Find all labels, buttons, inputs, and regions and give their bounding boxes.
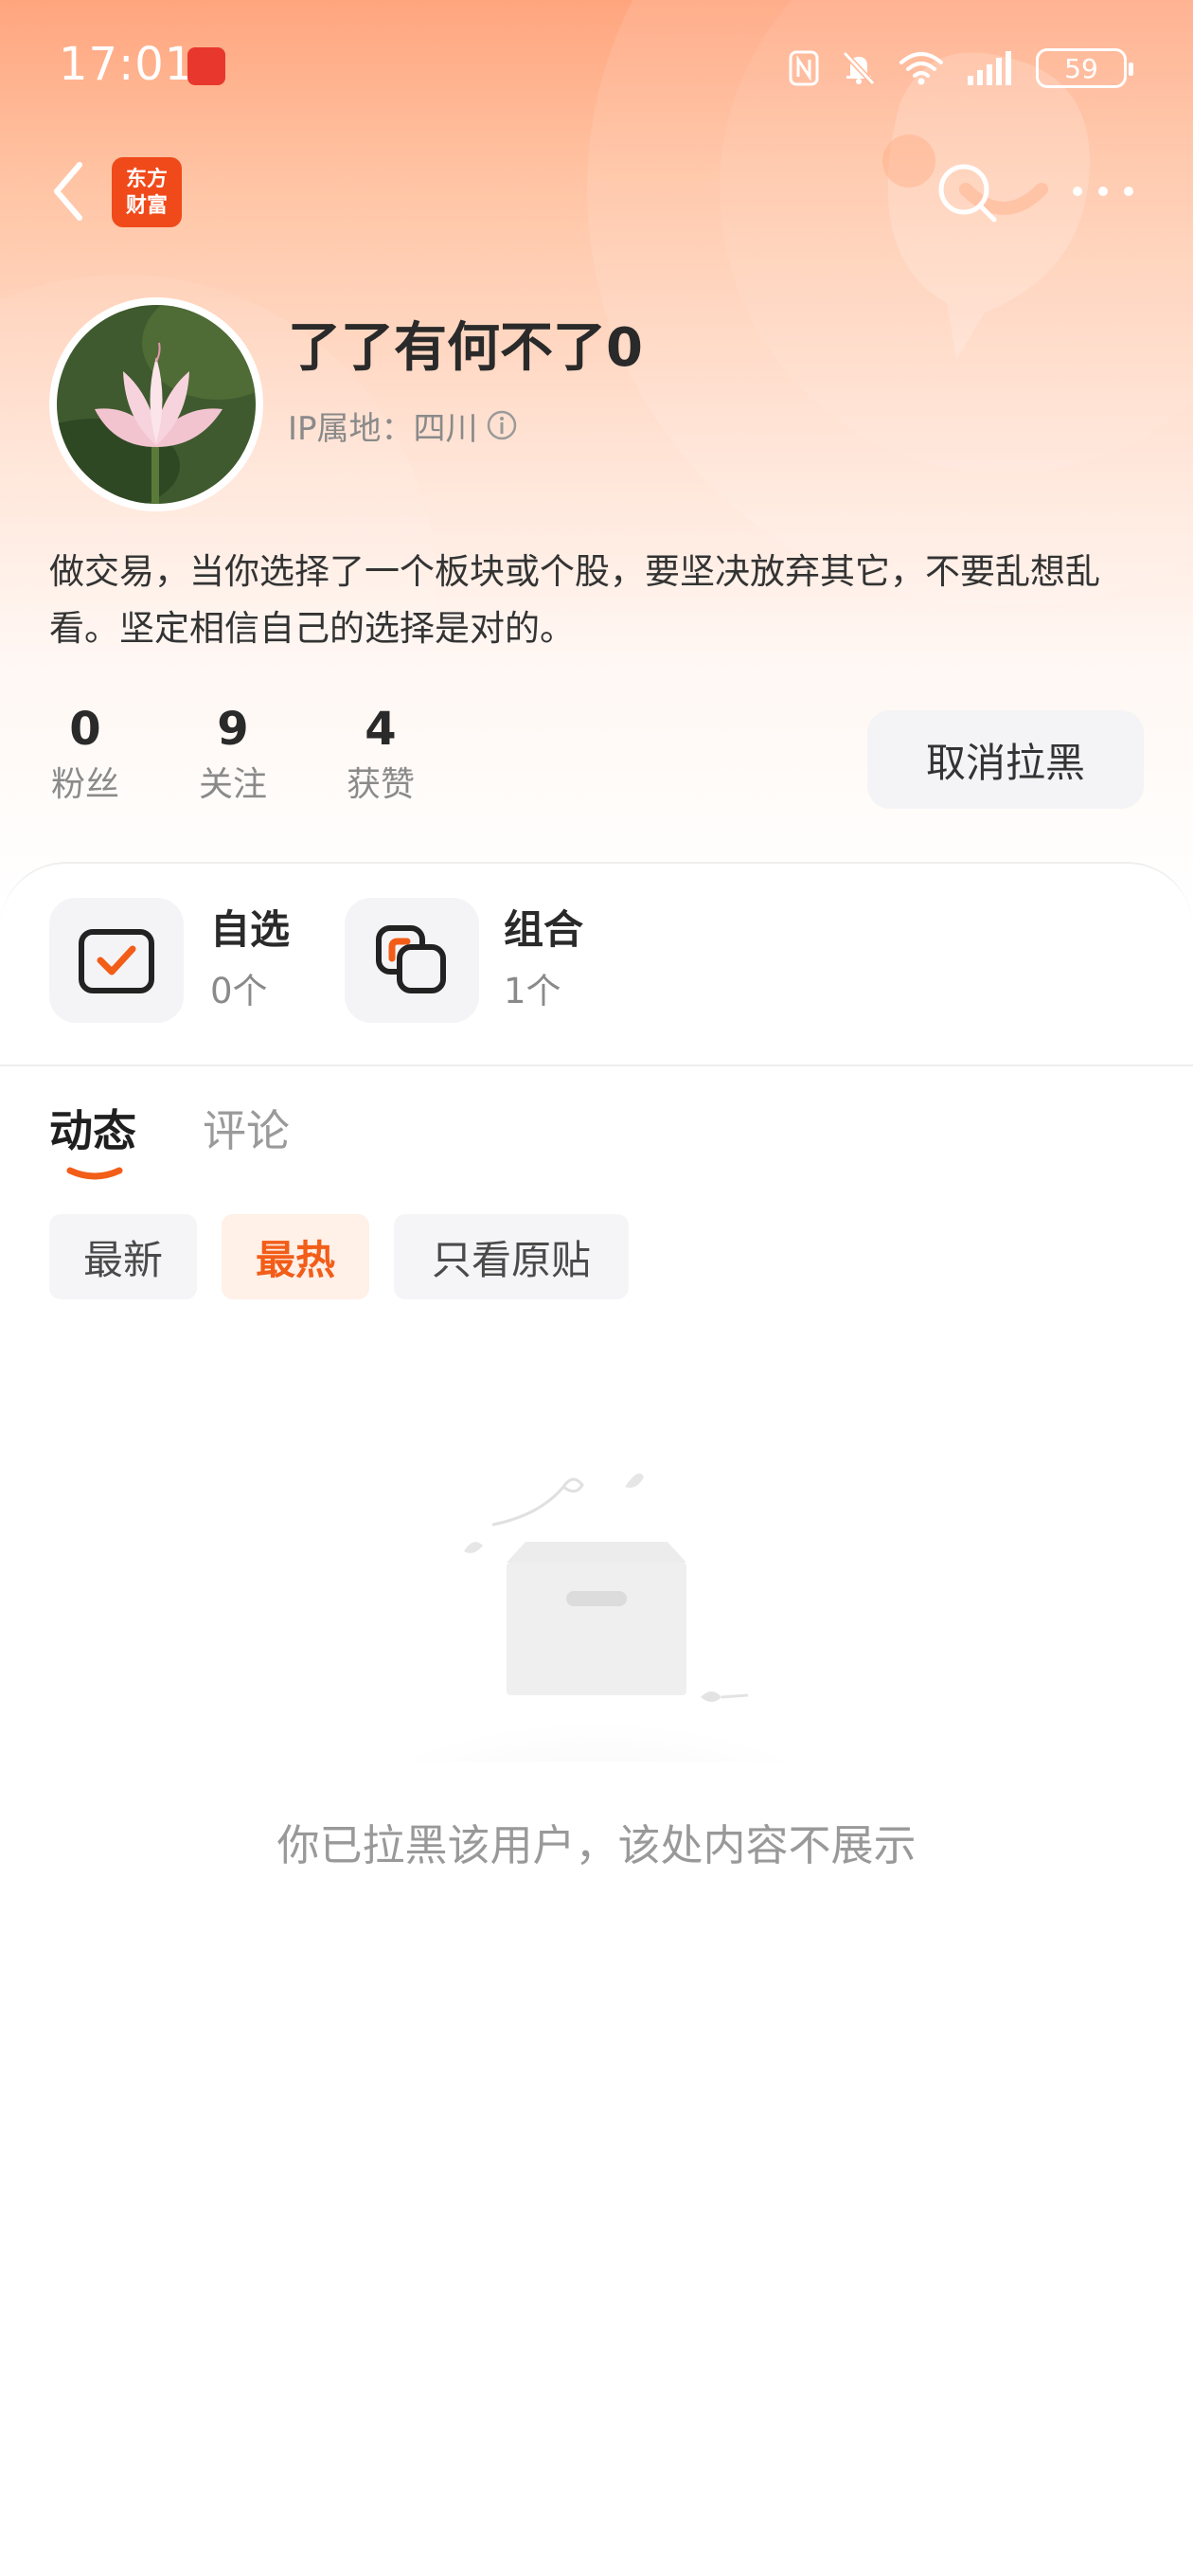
wifi-icon [899,52,943,85]
empty-box-illustration [369,1473,824,1762]
stat-likes[interactable]: 4 获赞 [343,699,418,811]
profile-bio: 做交易，当你选择了一个板块或个股，要坚决放弃其它，不要乱想乱看。坚定相信自己的选… [49,551,1100,649]
profile-page: 17:01 59 东方 财富 了了有何不了0 IP属地：四川 做交易，当你选择了… [0,0,1193,2576]
avatar[interactable] [49,297,263,511]
stat-following-label: 关注 [198,765,267,804]
stat-following[interactable]: 9 关注 [195,699,271,811]
chevron-left-icon [54,162,82,221]
stat-following-value: 9 [217,703,249,756]
portfolio-button[interactable] [345,898,479,1023]
portfolio-title[interactable]: 组合 [504,898,583,956]
search-icon [938,164,997,223]
section-divider [0,1064,1193,1066]
tab-active-indicator [66,1167,123,1180]
filter-original-only[interactable]: 只看原贴 [394,1214,629,1299]
stat-fans-label: 粉丝 [50,765,119,804]
app-notification-icon [187,47,225,85]
watchlist-check-icon [79,929,154,993]
empty-state-message: 你已拉黑该用户，该处内容不展示 [276,1820,917,1870]
stat-likes-label: 获赞 [346,765,415,804]
ip-location: IP属地：四川 [288,402,518,449]
stat-fans[interactable]: 0 粉丝 [47,699,123,811]
bell-muted-icon [842,50,876,86]
more-dots-icon [1073,187,1133,196]
status-time: 17:01 [59,38,195,91]
watchlist-count: 0个 [210,971,268,1011]
filter-latest[interactable]: 最新 [49,1214,197,1299]
logo-text-line1: 东方 [125,168,168,191]
logo-text-line2: 财富 [125,194,168,218]
watchlist-title[interactable]: 自选 [210,898,290,956]
portfolio-count: 1个 [504,971,561,1011]
app-logo: 东方 财富 [112,157,182,227]
status-icons: 59 [788,44,1133,93]
filter-hottest[interactable]: 最热 [222,1214,369,1299]
avatar-lotus-image [57,305,256,504]
unblock-button[interactable]: 取消拉黑 [867,710,1144,809]
stat-likes-value: 4 [365,703,397,756]
info-icon[interactable] [486,409,518,441]
back-button[interactable] [45,157,95,225]
username: 了了有何不了0 [288,317,643,379]
profile-header-background: 17:01 59 东方 财富 了了有何不了0 IP属地：四川 做交易，当你选择了… [0,0,1193,909]
more-button[interactable] [1070,170,1136,212]
nfc-icon [789,50,819,86]
ip-location-text: IP属地：四川 [288,409,478,448]
tab-posts[interactable]: 动态 [49,1097,136,1159]
search-button[interactable] [934,159,1002,227]
battery-icon: 59 [1036,48,1133,88]
stat-fans-value: 0 [69,703,101,756]
watchlist-button[interactable] [49,898,184,1023]
signal-icon [968,51,1011,85]
portfolio-icon [376,925,446,993]
tab-comments[interactable]: 评论 [203,1097,290,1159]
